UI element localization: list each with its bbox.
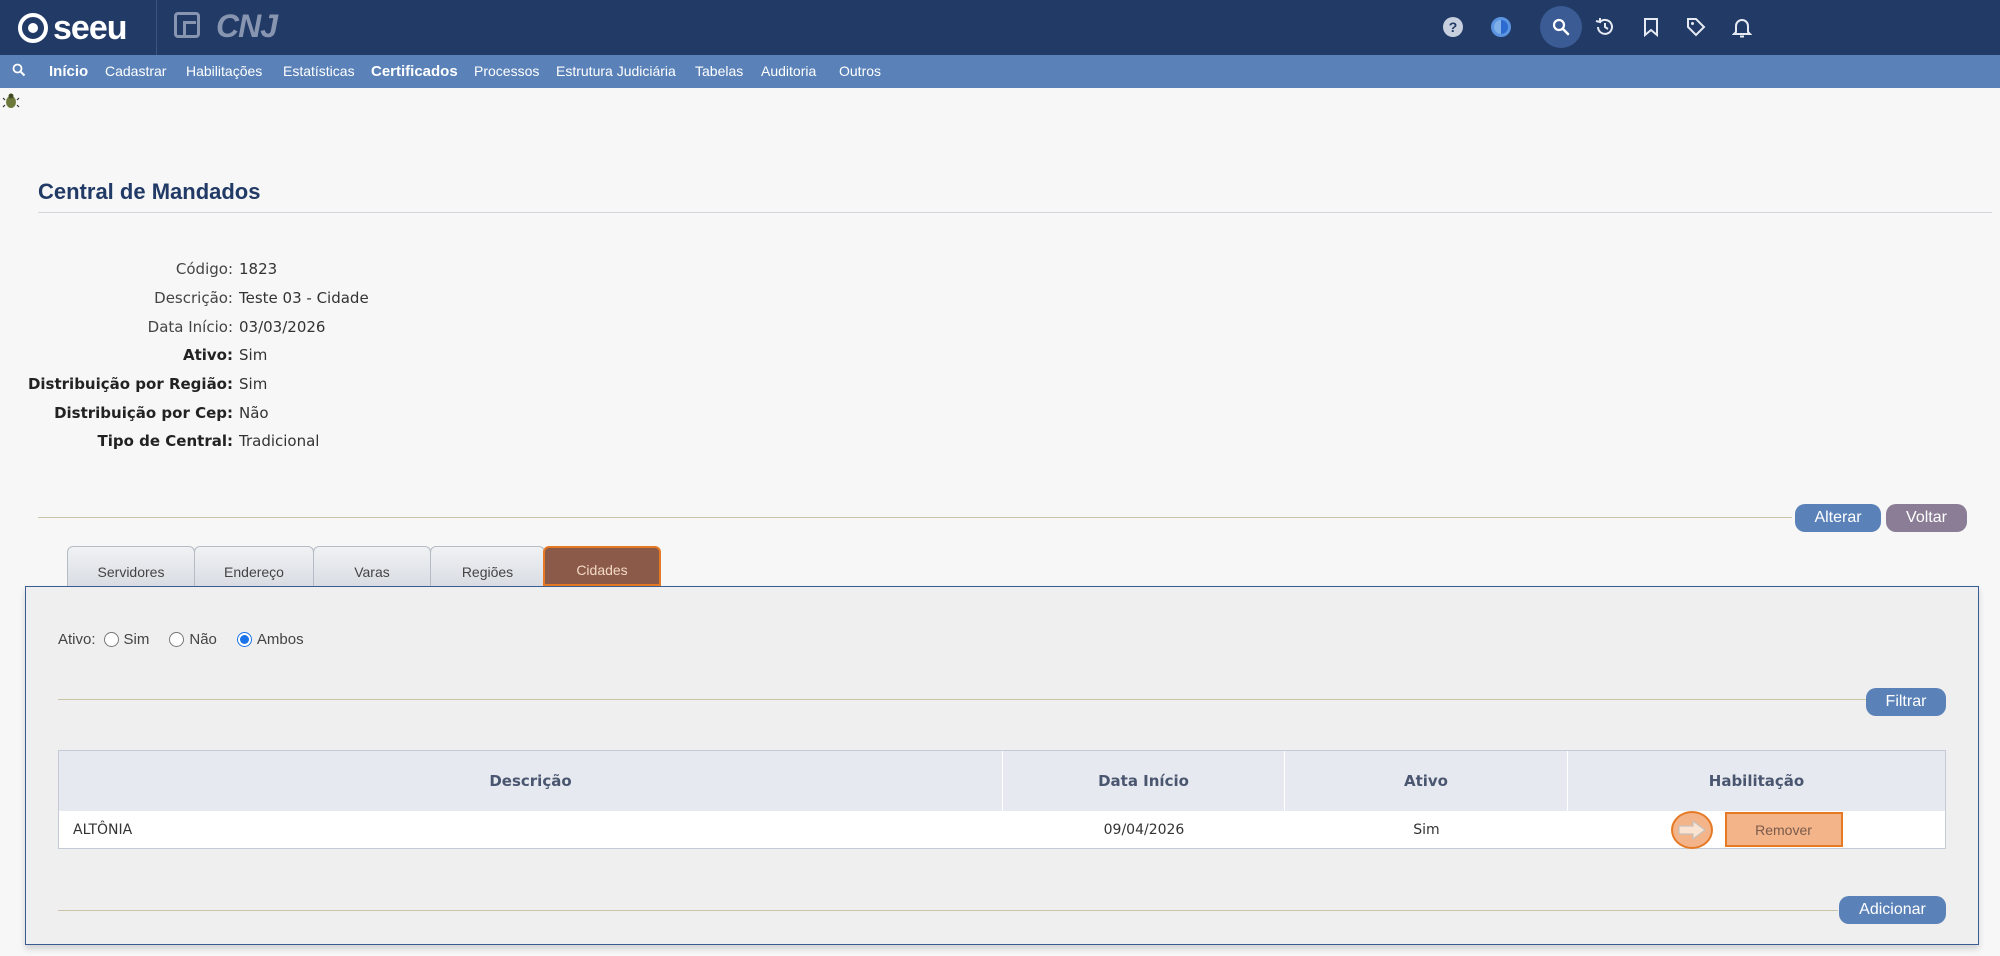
arrow-right-icon[interactable]	[1670, 810, 1713, 849]
tab-regioes[interactable]: Regiões	[430, 546, 545, 586]
detail-distribuicao-regiao: Distribuição por Região: Sim	[28, 375, 538, 395]
menu-estrutura-judiciaria[interactable]: Estrutura Judiciária	[556, 55, 676, 88]
top-bar: seeu CNJ ?	[0, 0, 2000, 55]
detail-label: Distribuição por Região:	[27, 375, 233, 393]
detail-label: Descrição:	[154, 289, 233, 307]
detail-value: 1823	[239, 260, 278, 278]
radio-ambos-label: Ambos	[256, 630, 304, 648]
seeu-gear-icon	[18, 13, 48, 43]
detail-label: Data Início:	[147, 318, 233, 336]
menu-certificados[interactable]: Certificados	[371, 55, 458, 88]
table-divider	[58, 910, 1838, 911]
filter-divider	[58, 699, 1866, 700]
logo-divider	[156, 0, 157, 55]
radio-nao-label: Não	[189, 630, 217, 648]
section-divider	[38, 517, 1792, 518]
ativo-filter: Ativo: Sim Não Ambos	[58, 628, 324, 650]
detail-descricao: Descrição: Teste 03 - Cidade	[38, 289, 538, 309]
cell-ativo: Sim	[1413, 821, 1440, 838]
seeu-logo[interactable]: seeu	[18, 8, 127, 48]
remover-button[interactable]: Remover	[1724, 812, 1843, 847]
menu-inicio[interactable]: Início	[49, 55, 88, 88]
tab-endereco[interactable]: Endereço	[194, 546, 314, 586]
alterar-button[interactable]: Alterar	[1795, 504, 1881, 532]
logo-text: seeu	[53, 9, 127, 47]
detail-value: Teste 03 - Cidade	[239, 289, 369, 307]
detail-value: Não	[239, 404, 269, 422]
detail-value: Tradicional	[239, 432, 320, 450]
radio-sim-circle[interactable]	[103, 631, 119, 647]
detail-ativo: Ativo: Sim	[38, 346, 538, 366]
cell-habilitacao: Remover	[1568, 810, 1945, 849]
menu-processos[interactable]: Processos	[474, 55, 539, 88]
page-title: Central de Mandados	[38, 179, 261, 204]
filtrar-button[interactable]: Filtrar	[1866, 688, 1946, 716]
menu-habilitacoes[interactable]: Habilitações	[186, 55, 262, 88]
history-icon[interactable]	[1591, 13, 1619, 41]
tab-varas[interactable]: Varas	[313, 546, 431, 586]
bell-icon[interactable]	[1728, 13, 1756, 41]
menu-tabelas[interactable]: Tabelas	[695, 55, 743, 88]
col-habilitacao: Habilitação	[1708, 772, 1805, 790]
menu-search-icon[interactable]	[12, 63, 30, 81]
radio-ambos[interactable]: Ambos	[236, 630, 304, 648]
radio-nao-circle[interactable]	[169, 631, 185, 647]
detail-value: Sim	[239, 375, 268, 393]
detail-label: Ativo:	[182, 346, 233, 364]
radio-sim-label: Sim	[123, 630, 150, 648]
tag-icon[interactable]	[1682, 13, 1710, 41]
contrast-icon[interactable]	[1487, 13, 1515, 41]
menu-cadastrar[interactable]: Cadastrar	[105, 55, 166, 88]
col-descricao[interactable]: Descrição	[59, 751, 1003, 811]
detail-label: Distribuição por Cep:	[54, 404, 233, 422]
menu-auditoria[interactable]: Auditoria	[761, 55, 816, 88]
adicionar-button[interactable]: Adicionar	[1839, 896, 1946, 924]
bug-icon[interactable]	[2, 92, 20, 110]
help-icon[interactable]: ?	[1439, 13, 1467, 41]
detail-label: Tipo de Central:	[97, 432, 233, 450]
main-menu: Início Cadastrar Habilitações Estatístic…	[0, 55, 2000, 88]
cnj-logo: CNJ	[216, 8, 278, 44]
detail-label: Código:	[175, 260, 233, 278]
detail-value: 03/03/2026	[239, 318, 326, 336]
col-ativo[interactable]: Ativo	[1285, 751, 1568, 811]
menu-outros[interactable]: Outros	[839, 55, 881, 88]
table-row: ALTÔNIA 09/04/2026 Sim Remover	[59, 810, 1945, 849]
title-divider	[38, 212, 1992, 213]
radio-ambos-circle[interactable]	[236, 631, 252, 647]
table-header: Descrição Data Início Ativo Habilitação	[59, 751, 1945, 811]
menu-estatisticas[interactable]: Estatísticas	[283, 55, 355, 88]
detail-codigo: Código: 1823	[38, 260, 538, 280]
filter-label: Ativo:	[58, 630, 96, 648]
tab-servidores[interactable]: Servidores	[67, 546, 195, 586]
detail-value: Sim	[239, 346, 268, 364]
search-icon[interactable]	[1540, 6, 1582, 48]
detail-data-inicio: Data Início: 03/03/2026	[38, 318, 538, 338]
radio-nao[interactable]: Não	[169, 631, 217, 648]
cnj-emblem-icon	[174, 12, 200, 38]
radio-sim[interactable]: Sim	[103, 630, 150, 648]
detail-distribuicao-cep: Distribuição por Cep: Não	[38, 404, 538, 424]
cell-data-inicio: 09/04/2026	[1103, 821, 1185, 838]
bookmark-icon[interactable]	[1637, 13, 1665, 41]
detail-tipo-central: Tipo de Central: Tradicional	[38, 432, 538, 452]
cidades-table: Descrição Data Início Ativo Habilitação …	[58, 750, 1946, 849]
tab-cidades[interactable]: Cidades	[543, 546, 661, 586]
col-data-inicio[interactable]: Data Início	[1003, 751, 1285, 811]
cell-descricao: ALTÔNIA	[73, 821, 133, 838]
voltar-button[interactable]: Voltar	[1886, 504, 1967, 532]
